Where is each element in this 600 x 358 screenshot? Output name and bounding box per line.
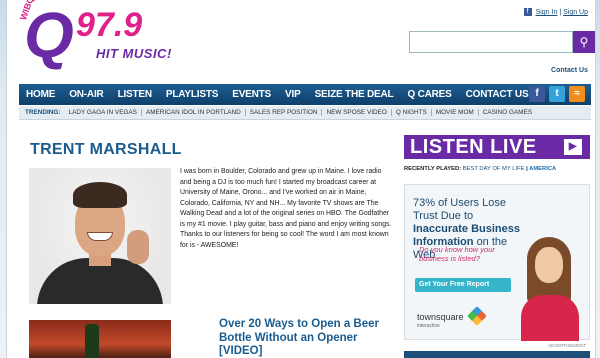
page-title: TRENT MARSHALL [30,141,182,158]
nav-item-home[interactable]: HOME [19,89,62,100]
townsquare-logo-icon [467,306,487,326]
trending-item[interactable]: NEW SPOSE VIDEO [322,109,392,116]
ad-brand: townsquare interactive [417,306,487,329]
logo-q: Q [24,0,74,71]
recently-played-separator: | [526,166,528,172]
contact-us-link[interactable]: Contact Us [551,67,588,74]
auth-separator: | [559,8,562,16]
nav-item-on-air[interactable]: ON-AIR [62,89,110,100]
article-thumbnail[interactable] [29,320,171,358]
social-links: f t ≈ [529,86,585,102]
nav-item-contact-us[interactable]: CONTACT US [459,89,536,100]
recently-played-song[interactable]: BEST DAY OF MY LIFE [463,166,525,172]
nav-item-listen[interactable]: LISTEN [111,89,159,100]
logo-frequency: 97.9 [76,6,143,44]
nav-item-playlists[interactable]: PLAYLISTS [159,89,225,100]
nav-item-q-cares[interactable]: Q CARES [400,89,458,100]
main-nav: HOME ON-AIR LISTEN PLAYLISTS EVENTS VIP … [19,84,591,105]
logo-slogan: HIT MUSIC! [96,46,172,61]
nav-item-events[interactable]: EVENTS [225,89,278,100]
recently-played-artist[interactable]: AMERICA [529,166,556,172]
trending-item[interactable]: MOVIE MOM [432,109,479,116]
nav-item-seize-the-deal[interactable]: SEIZE THE DEAL [308,89,401,100]
advertisement[interactable]: 73% of Users Lose Trust Due to Inaccurat… [404,184,590,341]
dj-bio: I was born in Boulder, Colorado and grew… [180,168,392,249]
listen-live-label: LISTEN LIVE [410,135,537,158]
twitter-icon[interactable]: t [549,86,565,102]
sign-in-link[interactable]: Sign In [536,9,558,16]
station-logo[interactable]: WIBQ Q 97.9 HIT MUSIC! [18,0,178,74]
dj-photo [29,168,171,304]
ad-question: Do you know how your business is listed? [419,245,495,263]
recently-played-label: RECENTLY PLAYED: [404,166,462,172]
sign-up-link[interactable]: Sign Up [563,9,588,16]
trending-item[interactable]: LADY GAGA IN VEGAS [65,109,142,116]
article-title-link[interactable]: Over 20 Ways to Open a Beer Bottle Witho… [219,318,394,358]
ad-model-image [517,237,583,341]
rss-icon[interactable]: ≈ [569,86,585,102]
trending-label: TRENDING: [25,109,61,116]
search-bar: ⚲ [409,31,595,53]
get-free-report-button[interactable]: Get Your Free Report [415,278,511,292]
trending-item[interactable]: SALES REP POSITION [246,109,323,116]
facebook-mini-icon: f [523,8,532,16]
trending-item[interactable]: Q NIGHTS [392,109,432,116]
trending-bar: TRENDING: LADY GAGA IN VEGAS AMERICAN ID… [19,106,591,120]
right-column-next-box [404,351,590,358]
search-icon[interactable]: ⚲ [573,31,595,53]
auth-links: f Sign In | Sign Up [523,8,588,16]
search-input[interactable] [409,31,573,53]
trending-item[interactable]: AMERICAN IDOL IN PORTLAND [142,109,246,116]
trending-item[interactable]: CASINO GAMES [479,109,536,116]
advertisement-label: ADVERTISEMENT [548,343,587,348]
recently-played: RECENTLY PLAYED: BEST DAY OF MY LIFE | A… [404,166,590,172]
play-icon: ▶ [564,139,582,155]
facebook-icon[interactable]: f [529,86,545,102]
nav-item-vip[interactable]: VIP [278,89,308,100]
listen-live-button[interactable]: LISTEN LIVE ▶ [404,135,590,159]
